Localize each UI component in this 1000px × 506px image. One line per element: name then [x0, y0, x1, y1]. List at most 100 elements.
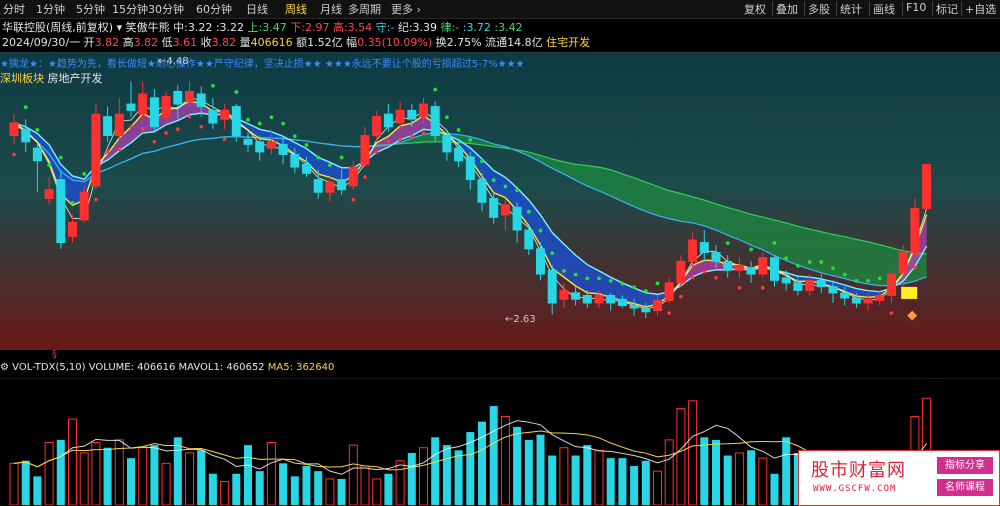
chevron-down-icon[interactable]: ▾: [117, 21, 123, 34]
sar-dot: [655, 281, 660, 286]
candle-body: [126, 103, 136, 111]
volume-bar: [68, 418, 77, 505]
signal-marker-icon: §: [52, 349, 57, 360]
sar-dot: [140, 127, 145, 131]
indicator-key-2: 上:: [244, 21, 263, 34]
candle-body: [781, 277, 791, 284]
sar-dot: [234, 90, 239, 94]
sar-dot: [679, 294, 683, 299]
indicator-share-button[interactable]: 指标分享: [937, 457, 993, 474]
volume-bar: [91, 442, 101, 505]
tab-4[interactable]: 30分钟: [148, 1, 184, 17]
volume-bar: [734, 452, 744, 505]
low-price-label: ←2.63: [505, 314, 536, 325]
teacher-course-button[interactable]: 名师课程: [937, 479, 993, 496]
candle-body: [114, 113, 124, 137]
indicator-value-0: 3.22: [187, 21, 213, 34]
sar-dot: [796, 263, 800, 268]
volume-bar: [161, 462, 171, 505]
volume-indicator-name[interactable]: VOL-TDX(5,10): [12, 362, 85, 373]
candle-body: [325, 181, 335, 193]
sar-dot: [620, 281, 625, 286]
indicator-name[interactable]: 笑傲牛熊: [126, 21, 170, 34]
ohlc-value-0: 3.82: [94, 36, 120, 49]
candle-body: [477, 179, 487, 203]
sar-dot: [129, 124, 133, 129]
tab-10[interactable]: 更多 ›: [391, 1, 421, 17]
candle-body: [465, 156, 475, 181]
candle-body: [196, 93, 206, 108]
volume-bar: [594, 449, 604, 505]
toolbar-button-4[interactable]: 画线: [873, 1, 895, 17]
candle-body: [770, 257, 779, 281]
sar-dot: [854, 279, 859, 283]
sar-dot: [269, 115, 274, 120]
candle-body: [606, 294, 616, 304]
candle-body: [816, 279, 826, 288]
tab-6[interactable]: 日线: [246, 1, 268, 17]
indicator-key-0: 中:: [173, 21, 188, 34]
candle-body: [348, 166, 358, 187]
sar-dot: [807, 260, 812, 264]
toolbar-button-5[interactable]: F10: [906, 1, 926, 14]
sector-name[interactable]: 住宅开发: [546, 36, 590, 49]
tab-3[interactable]: 15分钟: [112, 1, 148, 17]
sar-dot: [877, 276, 882, 281]
candle-body: [454, 147, 464, 162]
volume-bar: [489, 406, 498, 505]
candle-body: [44, 189, 54, 200]
sector-tag-value[interactable]: 房地产开发: [48, 72, 103, 85]
gear-icon[interactable]: ⚙: [0, 362, 9, 373]
toolbar-button-6[interactable]: 标记: [936, 1, 958, 17]
candle-body: [922, 164, 932, 210]
candle-body: [372, 116, 382, 137]
sar-dot: [889, 311, 894, 315]
toolbar-button-3[interactable]: 统计: [840, 1, 862, 17]
volume-bar: [700, 437, 709, 505]
candle-body: [208, 109, 218, 124]
volume-bar: [185, 452, 194, 505]
candle-body: [536, 248, 545, 275]
tab-9[interactable]: 多周期: [348, 1, 381, 17]
tab-1[interactable]: 1分钟: [36, 1, 65, 17]
tab-0[interactable]: 分时: [3, 1, 25, 17]
volume-bar: [758, 457, 768, 505]
sar-dot: [737, 286, 742, 290]
toolbar-button-0[interactable]: 复权: [744, 1, 766, 17]
tab-5[interactable]: 60分钟: [196, 1, 232, 17]
sar-dot: [398, 137, 402, 142]
price-chart[interactable]: [0, 52, 1000, 350]
candle-body: [629, 305, 639, 309]
volume-bar: [150, 445, 159, 505]
tab-7[interactable]: 周线: [285, 1, 307, 17]
volume-bar: [500, 415, 510, 505]
sector-tag-label[interactable]: 深圳板块: [0, 72, 44, 85]
sar-dot: [913, 265, 917, 270]
sar-dot: [58, 155, 63, 160]
candle-body: [266, 141, 276, 149]
sar-dot: [842, 272, 847, 277]
volume-bar: [407, 452, 416, 505]
tab-2[interactable]: 5分钟: [76, 1, 105, 17]
toolbar-button-1[interactable]: 叠加: [776, 1, 798, 17]
sar-dot: [468, 138, 473, 142]
sar-dot: [374, 150, 379, 154]
indicator-value-8: 3.72: [466, 21, 491, 34]
sar-dot: [480, 159, 484, 164]
volume-bar: [220, 481, 230, 505]
candle-body: [161, 96, 171, 118]
sar-dot: [164, 131, 168, 135]
sar-dot: [176, 127, 180, 131]
mavol-value: 460652: [226, 362, 265, 373]
candle-body: [676, 260, 686, 284]
toolbar-button-2[interactable]: 多股: [808, 1, 830, 17]
sar-dot: [491, 178, 496, 183]
volume-bar: [279, 463, 288, 505]
sar-dot: [632, 285, 636, 290]
candle-body: [875, 294, 885, 301]
volume-bar: [747, 450, 756, 505]
tab-8[interactable]: 月线: [320, 1, 342, 17]
candle-body: [32, 147, 42, 162]
candle-body: [21, 128, 31, 143]
toolbar-button-7[interactable]: +自选: [965, 1, 996, 17]
